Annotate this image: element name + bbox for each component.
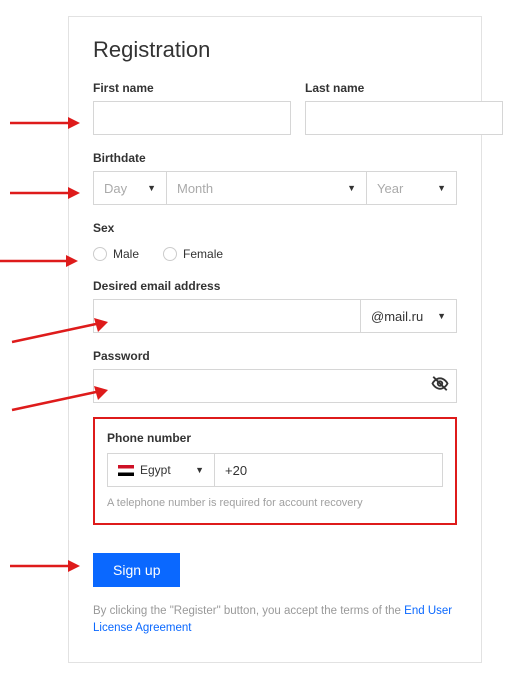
first-name-input[interactable] bbox=[93, 101, 291, 135]
birthdate-group: Birthdate Day ▼ Month ▼ Year ▼ bbox=[93, 151, 457, 221]
phone-box: Phone number Egypt ▼ A telephone number … bbox=[93, 417, 457, 525]
password-wrap bbox=[93, 369, 457, 403]
signup-button[interactable]: Sign up bbox=[93, 553, 180, 587]
radio-icon bbox=[163, 247, 177, 261]
day-placeholder: Day bbox=[104, 181, 127, 196]
email-input[interactable] bbox=[93, 299, 361, 333]
eye-off-icon[interactable] bbox=[431, 375, 449, 398]
password-label: Password bbox=[93, 349, 457, 363]
country-select[interactable]: Egypt ▼ bbox=[107, 453, 215, 487]
sex-radios: Male Female bbox=[93, 247, 457, 261]
annotation-arrow bbox=[0, 252, 78, 270]
year-select[interactable]: Year ▼ bbox=[367, 171, 457, 205]
phone-input[interactable] bbox=[215, 453, 443, 487]
month-placeholder: Month bbox=[177, 181, 213, 196]
phone-label: Phone number bbox=[107, 431, 191, 445]
country-value: Egypt bbox=[118, 463, 171, 477]
male-label: Male bbox=[113, 247, 139, 261]
male-radio[interactable]: Male bbox=[93, 247, 139, 261]
birthdate-row: Day ▼ Month ▼ Year ▼ bbox=[93, 171, 457, 205]
chevron-down-icon: ▼ bbox=[437, 183, 446, 193]
email-domain-select[interactable]: @mail.ru ▼ bbox=[361, 299, 457, 333]
chevron-down-icon: ▼ bbox=[147, 183, 156, 193]
sex-group: Sex Male Female bbox=[93, 221, 457, 279]
last-name-label: Last name bbox=[305, 81, 503, 95]
first-name-group: First name bbox=[93, 81, 291, 135]
chevron-down-icon: ▼ bbox=[347, 183, 356, 193]
email-label: Desired email address bbox=[93, 279, 457, 293]
chevron-down-icon: ▼ bbox=[195, 465, 204, 475]
female-radio[interactable]: Female bbox=[163, 247, 223, 261]
radio-icon bbox=[93, 247, 107, 261]
first-name-label: First name bbox=[93, 81, 291, 95]
phone-row: Egypt ▼ bbox=[107, 453, 443, 487]
last-name-input[interactable] bbox=[305, 101, 503, 135]
phone-hint: A telephone number is required for accou… bbox=[107, 497, 443, 509]
terms-prefix: By clicking the "Register" button, you a… bbox=[93, 605, 404, 617]
password-input[interactable] bbox=[93, 369, 457, 403]
password-group: Password bbox=[93, 349, 457, 417]
name-row: First name Last name bbox=[93, 81, 457, 135]
email-row: @mail.ru ▼ bbox=[93, 299, 457, 333]
sex-label: Sex bbox=[93, 221, 457, 235]
female-label: Female bbox=[183, 247, 223, 261]
month-select[interactable]: Month ▼ bbox=[167, 171, 367, 205]
last-name-group: Last name bbox=[305, 81, 503, 135]
year-placeholder: Year bbox=[377, 181, 403, 196]
page-title: Registration bbox=[93, 37, 457, 63]
day-select[interactable]: Day ▼ bbox=[93, 171, 167, 205]
email-group: Desired email address @mail.ru ▼ bbox=[93, 279, 457, 349]
birthdate-label: Birthdate bbox=[93, 151, 457, 165]
email-domain-value: @mail.ru bbox=[371, 309, 423, 324]
flag-icon bbox=[118, 465, 134, 476]
chevron-down-icon: ▼ bbox=[437, 311, 446, 321]
terms-text: By clicking the "Register" button, you a… bbox=[93, 603, 457, 638]
registration-form: Registration First name Last name Birthd… bbox=[68, 16, 482, 663]
